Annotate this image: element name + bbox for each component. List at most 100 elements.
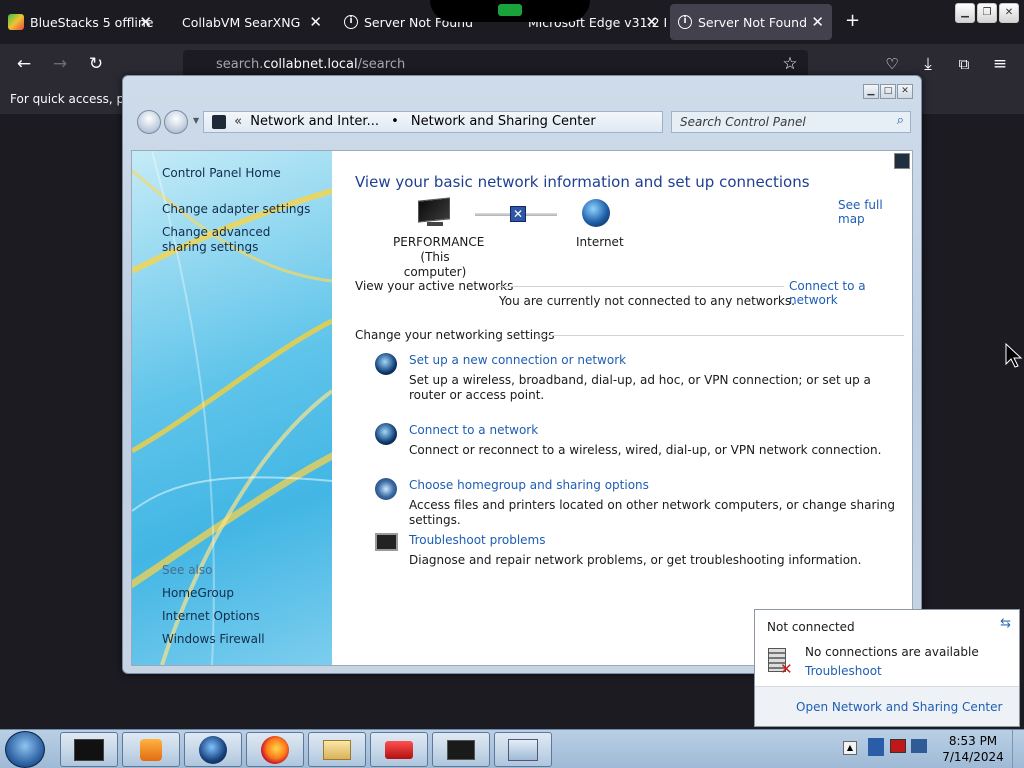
sidebar-control-panel-home[interactable]: Control Panel Home <box>162 166 322 181</box>
homegroup-icon <box>375 478 397 500</box>
open-network-sharing-center-link[interactable]: Open Network and Sharing Center <box>796 700 1002 714</box>
connect-to-network-link[interactable]: Connect to a network <box>789 279 912 307</box>
search-input[interactable]: Search Control Panel ⌕ <box>671 111 911 133</box>
close-icon[interactable]: ✕ <box>897 84 913 99</box>
taskbar-app-explorer[interactable] <box>308 732 366 767</box>
troubleshoot-link[interactable]: Troubleshoot <box>805 664 882 678</box>
flyout-footer: Open Network and Sharing Center <box>755 686 1019 726</box>
divider <box>536 335 904 336</box>
sidebar: Control Panel Home Change adapter settin… <box>132 151 332 665</box>
clock-date: 7/14/2024 <box>942 750 1004 764</box>
tray-network-icon[interactable] <box>890 739 906 753</box>
taskbar-app-firefox[interactable] <box>246 732 304 767</box>
connect-network-icon <box>375 423 397 445</box>
sidebar-change-adapter-settings[interactable]: Change adapter settings <box>162 202 322 217</box>
browser-tab[interactable]: CollabVM SearXNG ✕ <box>168 4 330 40</box>
close-tab-icon[interactable]: ✕ <box>811 13 824 31</box>
search-placeholder: Search Control Panel <box>680 115 806 129</box>
breadcrumb-network-internet[interactable]: Network and Inter... <box>250 114 379 129</box>
bookmark-star-icon[interactable]: ☆ <box>779 54 801 74</box>
cp-content: Control Panel Home Change adapter settin… <box>131 150 913 666</box>
help-icon[interactable] <box>894 153 910 169</box>
see-also-heading: See also <box>162 563 213 577</box>
info-icon: i <box>678 15 692 29</box>
taskbar-app-toolbox[interactable] <box>370 732 428 767</box>
vm-toolbar-notch <box>430 0 590 22</box>
minimize-icon[interactable]: ▁ <box>863 84 879 99</box>
search-icon[interactable]: ⌕ <box>897 111 904 131</box>
download-icon[interactable]: ⤓ <box>917 54 939 74</box>
internet-label: Internet <box>576 235 624 249</box>
disconnected-x-icon[interactable]: ✕ <box>510 206 526 222</box>
see-also-homegroup[interactable]: HomeGroup <box>162 586 322 601</box>
network-center-icon <box>212 115 226 129</box>
option-homegroup-sharing-desc: Access files and printers located on oth… <box>409 498 895 527</box>
cp-window-controls: ▁ □ ✕ <box>863 84 913 99</box>
vm-indicator-icon[interactable] <box>498 4 522 16</box>
page-heading: View your basic network information and … <box>355 173 810 191</box>
url-prefix: search. <box>216 57 264 72</box>
settings-label: Change your networking settings <box>355 328 555 342</box>
taskbar-app-globe[interactable] <box>184 732 242 767</box>
breadcrumb-network-sharing[interactable]: Network and Sharing Center <box>411 114 596 129</box>
close-tab-icon[interactable]: ✕ <box>645 13 658 31</box>
troubleshoot-icon <box>375 533 398 551</box>
address-bar[interactable]: « Network and Inter... • Network and Sha… <box>203 111 773 133</box>
menu-icon[interactable]: ≡ <box>989 54 1011 74</box>
see-also-internet-options[interactable]: Internet Options <box>162 609 322 624</box>
option-troubleshoot-desc: Diagnose and repair network problems, or… <box>409 553 862 567</box>
divider <box>498 286 784 287</box>
url-path: /search <box>357 57 406 72</box>
forward-icon[interactable]: → <box>49 54 71 74</box>
taskbar-app-remote[interactable] <box>60 732 118 767</box>
taskbar-app-media-player[interactable] <box>122 732 180 767</box>
close-tab-icon[interactable]: ✕ <box>309 13 322 31</box>
restore-icon[interactable]: ❐ <box>977 3 997 23</box>
url-host: collabnet.local <box>263 57 358 72</box>
back-icon[interactable]: ← <box>13 54 35 74</box>
forward-icon[interactable] <box>164 110 188 134</box>
connection-status: Not connected <box>767 620 855 634</box>
option-homegroup-sharing[interactable]: Choose homegroup and sharing options <box>409 478 649 492</box>
option-connect-network[interactable]: Connect to a network <box>409 423 538 437</box>
internet-globe-icon <box>582 199 610 227</box>
tab-title: Server Not Found <box>698 14 808 30</box>
maximize-icon[interactable]: □ <box>880 84 896 99</box>
close-tab-icon[interactable]: ✕ <box>139 13 152 31</box>
extensions-icon[interactable]: ⧉ <box>953 54 975 74</box>
clock[interactable]: 8:53 PM 7/14/2024 <box>940 733 1006 765</box>
refresh-icon[interactable]: ⇆ <box>1000 616 1011 631</box>
taskbar-app-monitor[interactable] <box>432 732 490 767</box>
tray-volume-icon[interactable] <box>911 739 927 753</box>
see-full-map-link[interactable]: See full map <box>838 198 912 226</box>
reload-icon[interactable]: ↻ <box>85 54 107 74</box>
minimize-icon[interactable]: ▁ <box>955 3 975 23</box>
tray-action-center-icon[interactable] <box>868 738 884 756</box>
no-network-icon: ✕ <box>766 646 796 678</box>
show-hidden-icons[interactable]: ▲ <box>843 741 857 755</box>
main-panel: View your basic network information and … <box>332 151 912 665</box>
computer-name: PERFORMANCE <box>393 235 485 249</box>
mouse-cursor-icon <box>1005 343 1023 368</box>
back-icon[interactable] <box>137 110 161 134</box>
option-setup-connection[interactable]: Set up a new connection or network <box>409 353 626 367</box>
active-networks-label: View your active networks <box>355 279 514 293</box>
browser-tab-active[interactable]: i Server Not Found ✕ <box>670 4 832 40</box>
bluestacks-icon <box>8 14 24 30</box>
see-also-windows-firewall[interactable]: Windows Firewall <box>162 632 322 647</box>
not-connected-message: You are currently not connected to any n… <box>499 294 795 308</box>
taskbar-app-network[interactable] <box>494 732 552 767</box>
clock-time: 8:53 PM <box>948 734 998 748</box>
browser-tab[interactable]: BlueStacks 5 offline ✕ <box>0 4 160 40</box>
no-connections-message: No connections are available <box>805 645 979 659</box>
network-tray-flyout: Not connected ⇆ ✕ No connections are ava… <box>754 609 1020 727</box>
close-icon[interactable]: ✕ <box>999 3 1019 23</box>
recent-pages-icon[interactable]: ▼ <box>193 116 199 125</box>
show-desktop-button[interactable] <box>1012 730 1024 768</box>
sidebar-change-advanced-sharing[interactable]: Change advanced sharing settings <box>162 225 312 255</box>
control-panel-window: ▁ □ ✕ ▼ « Network and Inter... • Network… <box>122 75 922 674</box>
new-tab-icon[interactable]: + <box>845 10 860 31</box>
pocket-icon[interactable]: ♡ <box>881 54 903 74</box>
option-troubleshoot[interactable]: Troubleshoot problems <box>409 533 545 547</box>
start-button[interactable] <box>5 731 45 768</box>
